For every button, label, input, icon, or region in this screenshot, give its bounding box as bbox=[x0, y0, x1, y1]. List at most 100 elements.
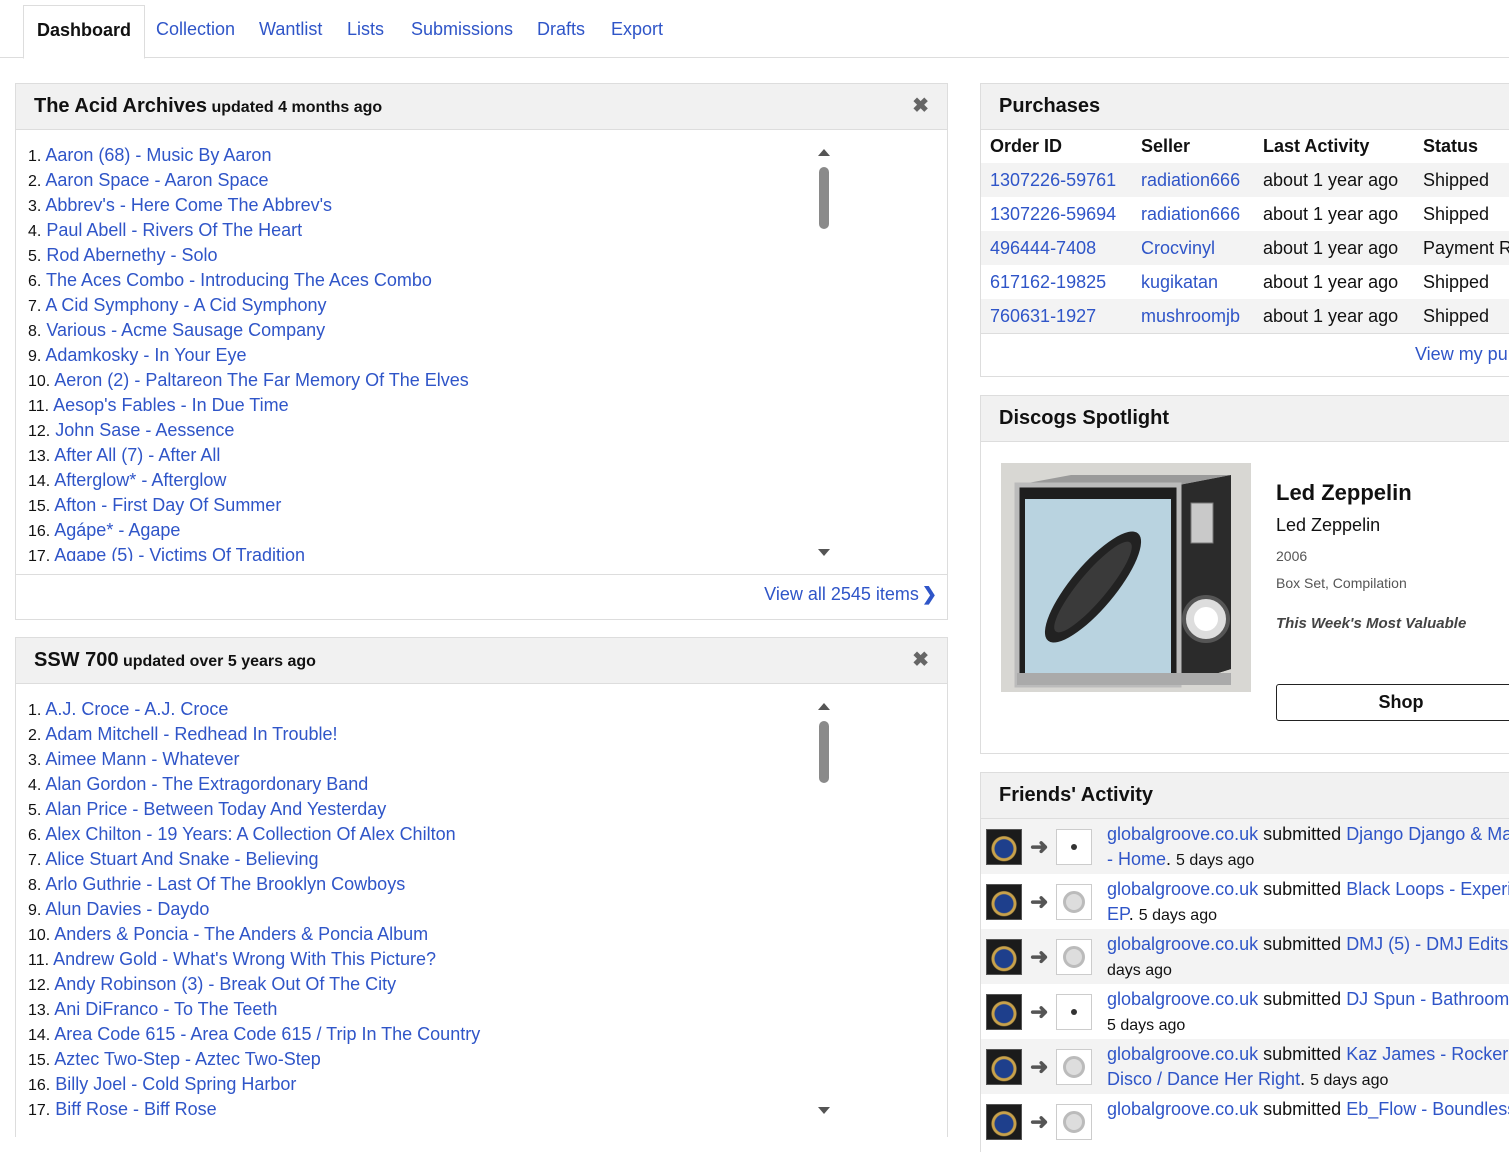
release-thumbnail[interactable] bbox=[1056, 939, 1092, 975]
item-artist-link[interactable]: Afton bbox=[54, 495, 96, 515]
item-artist-link[interactable]: Aaron (68) bbox=[45, 145, 130, 165]
tab-export[interactable]: Export bbox=[598, 5, 676, 59]
item-artist-link[interactable]: Alan Gordon bbox=[45, 774, 146, 794]
user-avatar[interactable] bbox=[986, 884, 1022, 920]
item-artist-link[interactable]: Ani DiFranco bbox=[54, 999, 158, 1019]
shop-button[interactable]: Shop bbox=[1276, 684, 1509, 721]
item-artist-link[interactable]: A Cid Symphony bbox=[45, 295, 178, 315]
item-title-link[interactable]: The Extragordonary Band bbox=[162, 774, 368, 794]
tab-dashboard[interactable]: Dashboard bbox=[23, 5, 146, 59]
item-title-link[interactable]: Here Come The Abbrev's bbox=[131, 195, 332, 215]
release-thumbnail[interactable] bbox=[1056, 1049, 1092, 1085]
item-artist-link[interactable]: Alan Price bbox=[45, 799, 127, 819]
tab-wantlist[interactable]: Wantlist bbox=[246, 5, 335, 59]
close-icon[interactable]: ✖ bbox=[912, 84, 929, 128]
item-title-link[interactable]: Solo bbox=[181, 245, 217, 265]
spotlight-release-title[interactable]: Led Zeppelin bbox=[1276, 515, 1380, 536]
scrollbar[interactable] bbox=[816, 147, 832, 558]
seller-link[interactable]: radiation666 bbox=[1141, 204, 1240, 224]
item-title-link[interactable]: Paltareon The Far Memory Of The Elves bbox=[145, 370, 468, 390]
item-artist-link[interactable]: Alun Davies bbox=[45, 899, 141, 919]
scroll-thumb[interactable] bbox=[819, 167, 829, 229]
order-id-link[interactable]: 617162-19825 bbox=[990, 272, 1106, 292]
release-link[interactable]: DMJ (5) - DMJ Edits 0 bbox=[1346, 934, 1509, 954]
list-scroll-area[interactable]: 1. A.J. Croce - A.J. Croce 2. Adam Mitche… bbox=[28, 697, 832, 1127]
order-id-link[interactable]: 496444-7408 bbox=[990, 238, 1096, 258]
item-title-link[interactable]: Daydo bbox=[157, 899, 209, 919]
item-title-link[interactable]: The Anders & Poncia Album bbox=[204, 924, 428, 944]
item-title-link[interactable]: Between Today And Yesterday bbox=[143, 799, 386, 819]
item-artist-link[interactable]: Adam Mitchell bbox=[45, 724, 158, 744]
spotlight-artist[interactable]: Led Zeppelin bbox=[1276, 480, 1412, 506]
user-link[interactable]: globalgroove.co.uk bbox=[1107, 989, 1258, 1009]
item-title-link[interactable]: Area Code 615 / Trip In The Country bbox=[190, 1024, 480, 1044]
tab-lists[interactable]: Lists bbox=[334, 5, 397, 59]
item-artist-link[interactable]: Paul Abell bbox=[46, 220, 126, 240]
item-artist-link[interactable]: Abbrev's bbox=[45, 195, 114, 215]
view-all-link[interactable]: View all 2545 items ❯ bbox=[764, 584, 937, 605]
item-title-link[interactable]: Believing bbox=[245, 849, 318, 869]
user-avatar[interactable] bbox=[986, 829, 1022, 865]
user-avatar[interactable] bbox=[986, 1049, 1022, 1085]
tab-drafts[interactable]: Drafts bbox=[524, 5, 598, 59]
item-artist-link[interactable]: Arlo Guthrie bbox=[45, 874, 141, 894]
release-link-cont[interactable]: EP bbox=[1107, 904, 1129, 924]
release-link-cont[interactable]: - Home bbox=[1107, 849, 1166, 869]
release-thumbnail[interactable] bbox=[1056, 1104, 1092, 1140]
item-artist-link[interactable]: A.J. Croce bbox=[45, 699, 129, 719]
item-title-link[interactable]: In Your Eye bbox=[154, 345, 246, 365]
user-avatar[interactable] bbox=[986, 1104, 1022, 1140]
user-link[interactable]: globalgroove.co.uk bbox=[1107, 879, 1258, 899]
release-link[interactable]: Black Loops - Experie bbox=[1346, 879, 1509, 899]
order-id-link[interactable]: 1307226-59694 bbox=[990, 204, 1116, 224]
release-link[interactable]: Eb_Flow - Boundless. bbox=[1346, 1099, 1509, 1119]
item-title-link[interactable]: What's Wrong With This Picture? bbox=[173, 949, 436, 969]
item-title-link[interactable]: After All bbox=[158, 445, 220, 465]
item-artist-link[interactable]: Aimee Mann bbox=[45, 749, 146, 769]
item-artist-link[interactable]: Adamkosky bbox=[45, 345, 138, 365]
list-scroll-area[interactable]: 1. Aaron (68) - Music By Aaron 2. Aaron S… bbox=[28, 143, 832, 561]
scroll-up-icon[interactable] bbox=[818, 703, 830, 710]
item-title-link[interactable]: Rivers Of The Heart bbox=[142, 220, 302, 240]
item-title-link[interactable]: Last Of The Brooklyn Cowboys bbox=[157, 874, 405, 894]
item-title-link[interactable]: Introducing The Aces Combo bbox=[200, 270, 432, 290]
user-avatar[interactable] bbox=[986, 939, 1022, 975]
item-artist-link[interactable]: The Aces Combo bbox=[46, 270, 184, 290]
scroll-down-icon[interactable] bbox=[818, 1107, 830, 1114]
item-artist-link[interactable]: Area Code 615 bbox=[54, 1024, 175, 1044]
item-artist-link[interactable]: Alice Stuart And Snake bbox=[45, 849, 229, 869]
item-artist-link[interactable]: Biff Rose bbox=[55, 1099, 128, 1119]
item-title-link[interactable]: Break Out Of The City bbox=[219, 974, 396, 994]
item-title-link[interactable]: Biff Rose bbox=[144, 1099, 217, 1119]
scroll-down-icon[interactable] bbox=[818, 549, 830, 556]
order-id-link[interactable]: 1307226-59761 bbox=[990, 170, 1116, 190]
item-artist-link[interactable]: John Sase bbox=[55, 420, 140, 440]
item-artist-link[interactable]: Billy Joel bbox=[55, 1074, 126, 1094]
scrollbar[interactable] bbox=[816, 701, 832, 1116]
item-title-link[interactable]: Aztec Two-Step bbox=[195, 1049, 321, 1069]
item-artist-link[interactable]: Aztec Two-Step bbox=[54, 1049, 180, 1069]
seller-link[interactable]: kugikatan bbox=[1141, 272, 1218, 292]
item-title-link[interactable]: Redhead In Trouble! bbox=[174, 724, 337, 744]
release-link-cont[interactable]: Disco / Dance Her Right bbox=[1107, 1069, 1300, 1089]
scroll-thumb[interactable] bbox=[819, 721, 829, 783]
item-artist-link[interactable]: After All (7) bbox=[54, 445, 143, 465]
item-title-link[interactable]: First Day Of Summer bbox=[112, 495, 281, 515]
user-link[interactable]: globalgroove.co.uk bbox=[1107, 1044, 1258, 1064]
release-link[interactable]: Django Django & Man bbox=[1346, 824, 1509, 844]
item-artist-link[interactable]: Aesop's Fables bbox=[53, 395, 176, 415]
user-link[interactable]: globalgroove.co.uk bbox=[1107, 1099, 1258, 1119]
release-thumbnail[interactable] bbox=[1056, 994, 1092, 1030]
release-link[interactable]: Kaz James - Rocker In bbox=[1346, 1044, 1509, 1064]
item-title-link[interactable]: Whatever bbox=[162, 749, 239, 769]
user-link[interactable]: globalgroove.co.uk bbox=[1107, 934, 1258, 954]
seller-link[interactable]: mushroomjb bbox=[1141, 306, 1240, 326]
close-icon[interactable]: ✖ bbox=[912, 638, 929, 682]
order-id-link[interactable]: 760631-1927 bbox=[990, 306, 1096, 326]
tab-submissions[interactable]: Submissions bbox=[398, 5, 526, 59]
item-artist-link[interactable]: Rod Abernethy bbox=[46, 245, 165, 265]
item-artist-link[interactable]: Andy Robinson (3) bbox=[54, 974, 203, 994]
item-artist-link[interactable]: Agápe* bbox=[54, 520, 113, 540]
item-title-link[interactable]: A Cid Symphony bbox=[193, 295, 326, 315]
item-title-link[interactable]: Afterglow bbox=[151, 470, 226, 490]
